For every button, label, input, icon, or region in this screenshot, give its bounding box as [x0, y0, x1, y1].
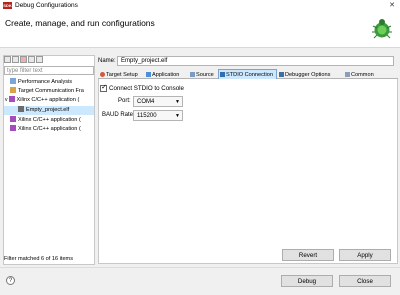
- tab-debugger-options[interactable]: Debugger Options: [277, 69, 343, 79]
- app-icon: SDK: [3, 2, 12, 9]
- chevron-down-icon: ▼: [175, 113, 180, 119]
- source-icon: [190, 71, 195, 77]
- expand-chevron-icon[interactable]: v: [5, 97, 8, 103]
- filter-input[interactable]: type filter text: [4, 66, 94, 75]
- tab-common[interactable]: Common: [343, 69, 383, 79]
- stdio-icon: [220, 71, 225, 77]
- page-title: Create, manage, and run configurations: [5, 18, 155, 28]
- tab-source[interactable]: Source: [188, 69, 218, 79]
- close-button[interactable]: Close: [339, 275, 391, 287]
- revert-button[interactable]: Revert: [282, 249, 334, 261]
- apply-button[interactable]: Apply: [339, 249, 391, 261]
- debug-bug-icon: [372, 19, 392, 39]
- baud-rate-label: BAUD Rate:: [102, 112, 135, 118]
- target-icon: [10, 87, 16, 93]
- common-icon: [345, 71, 350, 77]
- help-icon[interactable]: ?: [6, 276, 15, 285]
- xilinx-app-icon: [10, 125, 16, 131]
- chevron-down-icon: ▼: [175, 99, 180, 105]
- filter-menu-icon[interactable]: [36, 56, 43, 63]
- tab-stdio-connection[interactable]: STDIO Connection: [218, 69, 277, 79]
- name-field[interactable]: Empty_project.elf: [117, 56, 394, 66]
- baud-rate-select[interactable]: 115200 ▼: [133, 110, 183, 121]
- port-label: Port:: [118, 98, 131, 104]
- tree-item-performance-analysis[interactable]: Performance Analysis: [4, 78, 94, 87]
- tree-item-xilinx-app-3[interactable]: Xilinx C/C++ application (: [4, 125, 94, 134]
- connect-stdio-label: Connect STDIO to Console: [109, 85, 184, 92]
- xilinx-app-icon: [8, 96, 15, 102]
- name-label: Name:: [98, 58, 116, 64]
- debug-button[interactable]: Debug: [281, 275, 333, 287]
- collapse-all-icon[interactable]: [28, 56, 35, 63]
- tab-application[interactable]: Application: [144, 69, 188, 79]
- config-tabs: Target Setup Application Source STDIO Co…: [98, 69, 398, 79]
- delete-config-icon[interactable]: [20, 56, 27, 63]
- tree-item-empty-project-elf[interactable]: Empty_project.elf: [4, 106, 94, 115]
- tree-item-xilinx-app-2[interactable]: Xilinx C/C++ application (: [4, 116, 94, 125]
- filter-status: Filter matched 6 of 16 items: [4, 256, 74, 262]
- tree-item-target-communication[interactable]: Target Communication Fra: [4, 87, 94, 96]
- duplicate-config-icon[interactable]: [12, 56, 19, 63]
- target-setup-icon: [100, 71, 105, 77]
- application-icon: [146, 71, 151, 77]
- xilinx-app-icon: [10, 116, 16, 122]
- new-config-icon[interactable]: [4, 56, 11, 63]
- footer-divider: [0, 267, 400, 268]
- close-window-button[interactable]: ✕: [384, 0, 400, 12]
- profile-icon: [10, 78, 16, 84]
- window-title: Debug Configurations: [15, 2, 78, 9]
- debugger-options-icon: [279, 71, 284, 77]
- checkbox-check-icon: ✓: [101, 84, 107, 91]
- tree-item-xilinx-app-1[interactable]: v Xilinx C/C++ application (: [4, 96, 94, 105]
- elf-icon: [18, 106, 24, 112]
- tree-toolbar: [4, 56, 44, 65]
- tab-target-setup[interactable]: Target Setup: [98, 69, 144, 79]
- port-select[interactable]: COM4 ▼: [133, 96, 183, 107]
